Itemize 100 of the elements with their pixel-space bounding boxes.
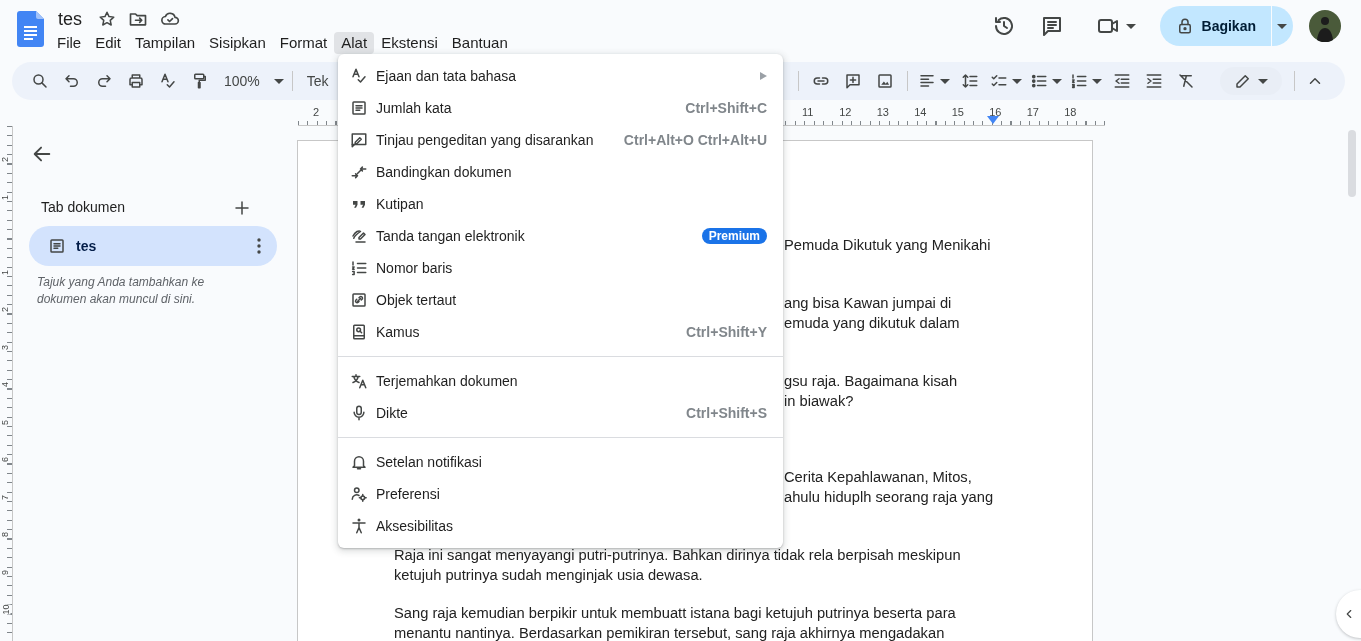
menu-item[interactable]: Format xyxy=(272,32,335,54)
shortcut: Ctrl+Shift+C xyxy=(685,98,767,118)
align-left-icon xyxy=(918,72,936,90)
zoom-dropdown[interactable]: 100% xyxy=(216,67,284,95)
ruler-number: 3 xyxy=(1,344,11,350)
paint-roller-icon xyxy=(191,72,209,90)
plus-icon xyxy=(233,198,251,217)
pencil-icon xyxy=(1234,72,1252,90)
ruler-number: 5 xyxy=(1,419,11,425)
increase-indent-icon xyxy=(1145,72,1163,90)
menu-option[interactable]: Kamus Ctrl+Shift+Y xyxy=(338,316,783,348)
bulleted-list-icon xyxy=(1030,72,1048,90)
share-options-button[interactable] xyxy=(1272,6,1293,46)
menu-option[interactable]: Nomor baris xyxy=(338,252,783,284)
premium-badge: Premium xyxy=(701,228,767,244)
menu-option[interactable]: Bandingkan dokumen xyxy=(338,156,783,188)
sidebar-hint: Tajuk yang Anda tambahkan ke dokumen akan muncul di sini. xyxy=(37,274,206,308)
accessibility-icon xyxy=(350,517,368,535)
menu-option[interactable]: Aksesibilitas xyxy=(338,510,783,542)
shortcut: Ctrl+Shift+Y xyxy=(686,322,767,342)
numbered-list-icon xyxy=(1070,72,1088,90)
avatar[interactable] xyxy=(1309,10,1341,42)
caret-icon xyxy=(1092,78,1102,84)
linked-object-icon xyxy=(350,291,368,309)
document-paragraph: ang bisa Kawan jumpai di emuda yang dikutuk dalam xyxy=(784,294,960,333)
style-dropdown[interactable]: Tek xyxy=(298,70,329,92)
line-spacing-icon xyxy=(961,72,979,90)
microphone-icon xyxy=(350,404,368,422)
person-gear-icon xyxy=(350,485,368,503)
document-paragraph: Cerita Kepahlawanan, Mitos, ahulu hiduplh seorang raja yang xyxy=(784,468,994,507)
clear-formatting-icon xyxy=(1177,72,1195,90)
comment-plus-icon xyxy=(844,72,862,90)
document-icon xyxy=(350,99,368,117)
caret-icon xyxy=(1125,23,1136,29)
menu-item[interactable]: Sisipkan xyxy=(202,32,273,54)
star-icon xyxy=(98,10,116,28)
document-paragraph: Sang raja kemudian berpikir untuk membuatt istana bagi ketujuh putrinya beserta para menantu nantinya. Berdasarkan pemikiran tersebut, sang raja akhirnya mengadakan xyxy=(394,604,956,641)
document-paragraph: Pemuda Dikutuk yang Menikahi xyxy=(784,236,991,255)
caret-icon xyxy=(273,78,284,84)
menu-option[interactable]: Terjemahkan dokumen xyxy=(338,365,783,397)
ruler-number: 2 xyxy=(1,157,11,163)
document-paragraph: gsu raja. Bagaimana kisah in biawak? xyxy=(784,372,958,411)
shortcut: Ctrl+Shift+S xyxy=(686,403,767,423)
book-icon xyxy=(350,323,368,341)
menu-item[interactable]: File xyxy=(50,32,89,54)
tabs-heading: Tab dokumen xyxy=(41,198,126,217)
menu-option[interactable]: Setelan notifikasi xyxy=(338,446,783,478)
star-button[interactable] xyxy=(98,10,116,28)
ruler-number: 10 xyxy=(1,604,11,615)
translate-icon xyxy=(350,372,368,390)
spellcheck-icon xyxy=(350,67,368,85)
menu-option[interactable]: Tinjau pengeditan yang disarankan Ctrl+Alt+O Ctrl+Alt+U xyxy=(338,124,783,156)
document-paragraph: Raja ini sangat menyayangi putri-putrinya. Bahkan dirinya tidak rela berpisah meskipun ketujuh putrinya sudah menginjak usia dewasa. xyxy=(394,546,961,585)
document-icon xyxy=(48,237,66,255)
image-icon xyxy=(876,72,894,90)
ruler-number: 2 xyxy=(1,307,11,313)
compare-arrows-icon xyxy=(350,163,368,181)
ruler-number: 1 xyxy=(1,269,11,275)
ruler-number: 9 xyxy=(1,569,11,575)
caret-icon xyxy=(1052,78,1062,84)
menu-option[interactable]: Ejaan dan tata bahasa xyxy=(338,60,783,92)
print-icon xyxy=(127,72,145,90)
menu-item[interactable]: Ekstensi xyxy=(374,32,445,54)
undo-icon xyxy=(63,72,81,90)
caret-icon xyxy=(1012,78,1022,84)
menu-option[interactable]: Preferensi xyxy=(338,478,783,510)
redo-icon xyxy=(95,72,113,90)
add-tab-button[interactable] xyxy=(233,198,251,217)
bell-icon xyxy=(350,453,368,471)
share-button[interactable]: Bagikan xyxy=(1159,6,1271,46)
menu-item[interactable]: Tampilan xyxy=(128,32,203,54)
docs-logo[interactable] xyxy=(17,11,44,47)
menu-option[interactable]: Objek tertaut xyxy=(338,284,783,316)
decrease-indent-icon xyxy=(1113,72,1131,90)
editing-mode-button[interactable] xyxy=(1220,67,1282,95)
ruler-number: 4 xyxy=(1,382,11,388)
document-title[interactable]: tes xyxy=(56,5,86,33)
shortcut: Ctrl+Alt+O Ctrl+Alt+U xyxy=(623,130,767,150)
caret-icon xyxy=(1258,78,1268,84)
menu-option[interactable]: Dikte Ctrl+Shift+S xyxy=(338,397,783,429)
search-icon xyxy=(31,72,49,90)
signature-icon xyxy=(350,227,368,245)
scrollbar[interactable] xyxy=(1348,130,1356,197)
ruler-number: 1 xyxy=(1,194,11,200)
ruler-number: 6 xyxy=(1,457,11,463)
more-options-icon xyxy=(257,238,261,254)
menu-item[interactable]: Edit xyxy=(88,32,129,54)
spellcheck-icon xyxy=(159,72,177,90)
document-tab[interactable]: tes xyxy=(29,226,277,266)
ruler-number: 7 xyxy=(1,494,11,500)
menu-option[interactable]: Tanda tangan elektronik Premium xyxy=(338,220,783,252)
menu-item[interactable]: Alat xyxy=(334,32,375,54)
menu-item[interactable]: Bantuan xyxy=(444,32,515,54)
menu-option[interactable]: Kutipan xyxy=(338,188,783,220)
caret-icon xyxy=(940,78,950,84)
caret-icon xyxy=(1277,23,1287,29)
ruler-number: 8 xyxy=(1,532,11,538)
numbered-lines-icon xyxy=(350,259,368,277)
menu-option[interactable]: Jumlah kata Ctrl+Shift+C xyxy=(338,92,783,124)
indent-marker-icon[interactable] xyxy=(987,116,999,124)
